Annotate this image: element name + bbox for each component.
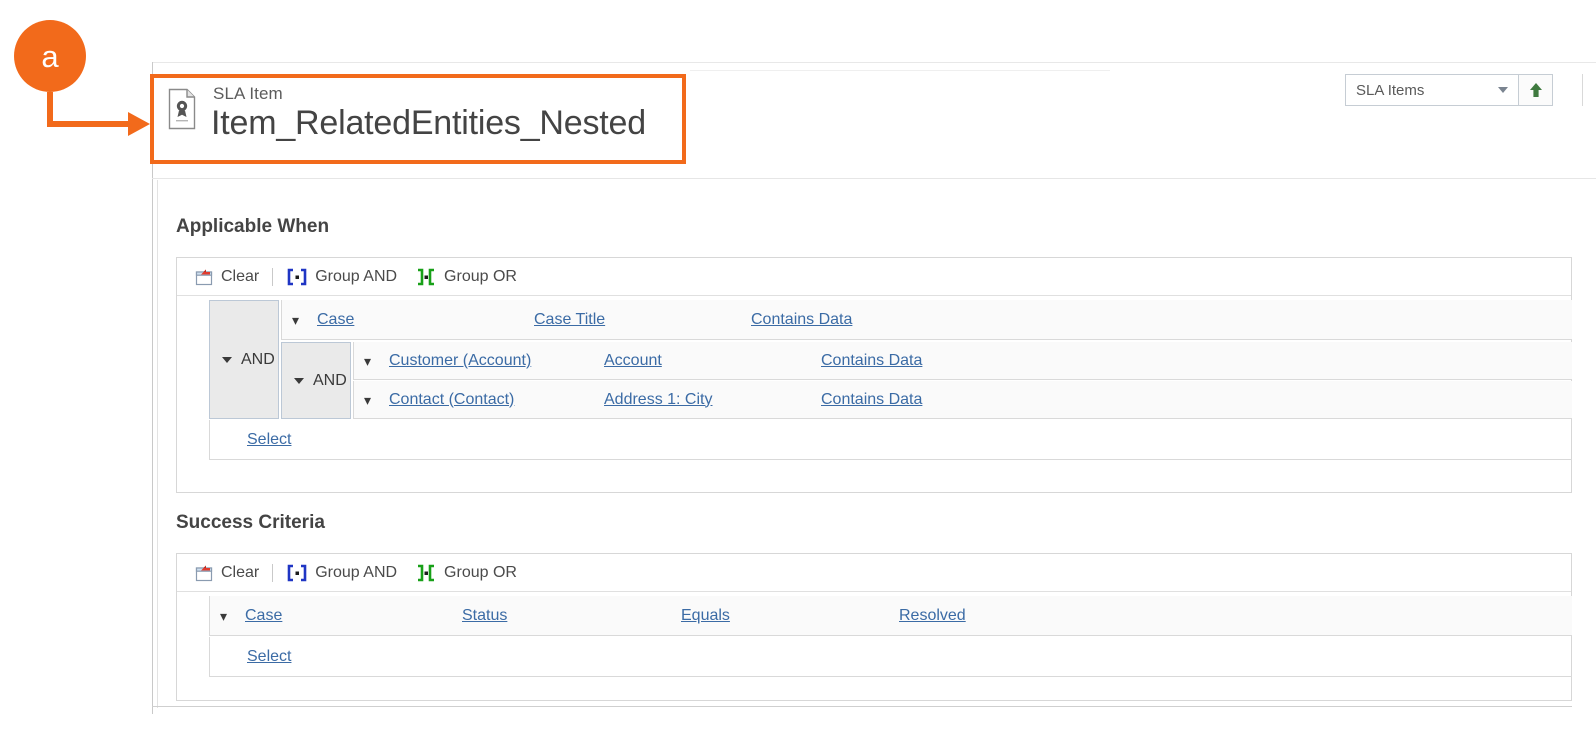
clear-criteria-icon [195,565,213,581]
group-and-button-success[interactable]: Group AND [277,558,406,588]
group-or-bracket-icon [418,564,435,581]
group-and-label: Group AND [315,267,398,285]
table-row[interactable]: ▾ Case Case Title Contains Data [281,300,1572,340]
section-title-applicable-when: Applicable When [176,216,330,237]
row-attribute-link[interactable]: Address 1: City [604,391,712,409]
chevron-down-icon [1498,87,1508,93]
row-attribute-link[interactable]: Case Title [534,311,605,329]
row-entity-link[interactable]: Case [245,607,282,625]
record-set-select[interactable]: SLA Items [1345,74,1519,106]
entity-type-label: SLA Item [213,84,283,103]
table-row[interactable]: ▾ Contact (Contact) Address 1: City Cont… [353,381,1572,419]
group-or-button-success[interactable]: Group OR [406,558,526,588]
chevron-down-icon [222,356,232,363]
add-criteria-select-row[interactable]: Select [209,420,1572,460]
navigate-up-button[interactable] [1519,74,1553,106]
group-or-label: Group OR [444,563,517,581]
clear-button-applicable[interactable]: Clear [185,262,268,292]
row-entity-link[interactable]: Contact (Contact) [389,391,514,409]
section-title-success-criteria: Success Criteria [176,512,325,533]
clear-label: Clear [221,563,260,581]
group-or-bracket-icon [418,268,435,285]
sla-item-document-icon [168,88,196,130]
group-and-label: Group AND [315,563,398,581]
row-left-separator [209,637,210,677]
row-attribute-link[interactable]: Status [462,607,507,625]
group-operator-inner-and[interactable]: AND [281,342,351,419]
row-operator-link[interactable]: Contains Data [751,311,852,329]
row-left-separator [353,381,354,419]
row-operator-link[interactable]: Equals [681,607,730,625]
success-criteria-panel: Clear Group AND Group OR ▾ Case Status E… [176,553,1572,701]
header-right-divider [1582,74,1583,106]
applicable-when-panel: Clear Group AND Group OR AND ▾ Case Case… [176,257,1572,493]
table-row[interactable]: ▾ Customer (Account) Account Contains Da… [353,342,1572,380]
add-criteria-select-row[interactable]: Select [209,637,1572,677]
success-criteria-toolbar: Clear Group AND Group OR [177,554,1571,592]
chevron-down-icon[interactable]: ▾ [364,393,371,407]
row-value-link[interactable]: Resolved [899,607,966,625]
group-operator-outer-and[interactable]: AND [209,300,279,419]
group-or-label: Group OR [444,267,517,285]
group-and-button-applicable[interactable]: Group AND [277,262,406,292]
row-operator-link[interactable]: Contains Data [821,352,922,370]
toolbar-separator [272,267,274,286]
row-operator-link[interactable]: Contains Data [821,391,922,409]
select-link[interactable]: Select [247,431,291,449]
toolbar-separator [272,563,274,582]
chevron-down-icon[interactable]: ▾ [292,313,299,327]
row-entity-link[interactable]: Case [317,311,354,329]
group-and-bracket-icon [287,564,307,581]
form-inner-left-edge [157,180,158,708]
screenshot-root: SLA Item Item_RelatedEntities_Nested SLA… [0,0,1596,736]
row-entity-link[interactable]: Customer (Account) [389,352,531,370]
row-left-separator [209,596,210,636]
clear-criteria-icon [195,269,213,285]
chevron-down-icon[interactable]: ▾ [220,609,227,623]
header-divider [152,178,1596,179]
chevron-down-icon[interactable]: ▾ [364,354,371,368]
record-set-lookup[interactable]: SLA Items [1345,74,1553,106]
select-link[interactable]: Select [247,648,291,666]
page-title: Item_RelatedEntities_Nested [211,104,646,142]
row-left-separator [353,342,354,380]
group-or-button-applicable[interactable]: Group OR [406,262,526,292]
applicable-when-grid: AND ▾ Case Case Title Contains Data AND … [177,296,1572,493]
clear-button-success[interactable]: Clear [185,558,268,588]
chevron-down-icon [294,377,304,384]
header-hairline [690,70,1110,71]
group-operator-inner-and-label: AND [313,371,347,389]
clear-label: Clear [221,267,260,285]
annotation-badge-label: a [41,38,59,74]
record-set-value: SLA Items [1356,81,1425,99]
row-attribute-link[interactable]: Account [604,352,662,370]
applicable-when-toolbar: Clear Group AND Group OR [177,258,1571,296]
row-left-separator [209,420,210,460]
group-and-bracket-icon [287,268,307,285]
form-bottom-edge [152,706,1572,707]
form-left-edge [152,62,153,714]
arrow-up-icon [1529,83,1542,97]
group-operator-outer-and-label: AND [241,350,275,368]
table-row[interactable]: ▾ Case Status Equals Resolved [209,596,1572,636]
row-left-separator [281,300,282,340]
annotation-badge: a [14,20,86,92]
success-criteria-grid: ▾ Case Status Equals Resolved Select [177,592,1572,701]
